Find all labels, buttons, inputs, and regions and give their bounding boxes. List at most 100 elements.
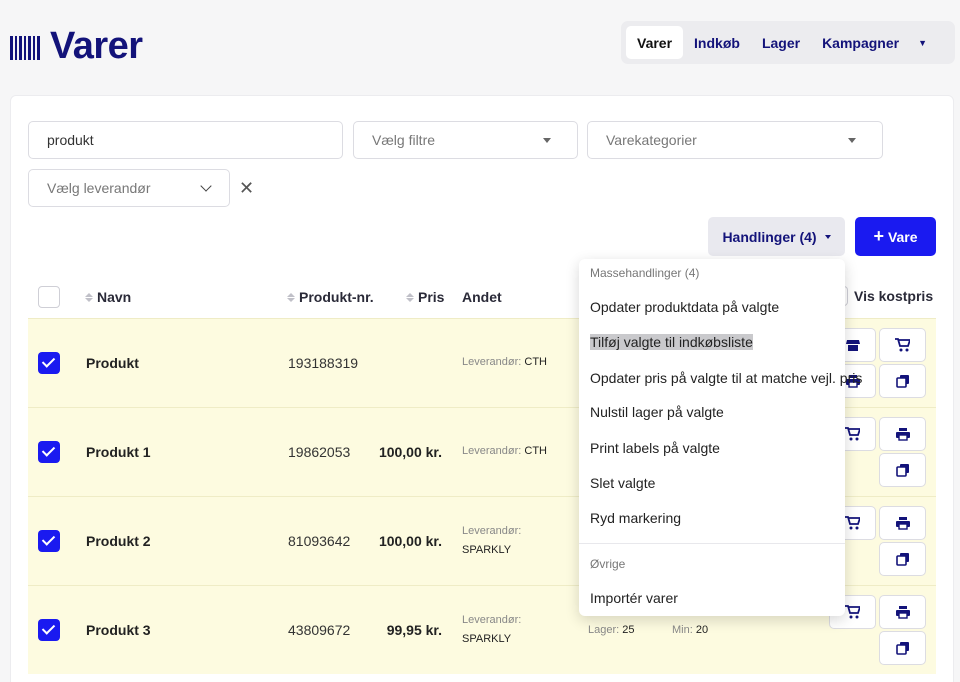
copy-icon [895,553,909,566]
add-product-button[interactable]: + Vare [855,217,936,256]
supplier-select[interactable]: Vælg leverandør [28,169,230,207]
menu-item-import-products[interactable]: Importér varer [590,590,678,606]
product-number: 81093642 [288,533,351,549]
caret-down-icon [824,234,831,239]
menu-item-delete-selected[interactable]: Slet valgte [590,475,655,491]
menu-item-add-to-purchase-list[interactable]: Tilføj valgte til indkøbsliste [590,334,753,350]
tab-indkob[interactable]: Indkøb [683,26,751,59]
product-number: 19862053 [288,444,351,460]
chevron-down-icon [200,180,212,192]
more-tabs-dropdown-icon[interactable]: ▼ [914,38,931,48]
product-number: 193188319 [288,355,359,371]
copy-icon [895,375,909,388]
category-select[interactable]: Varekategorier [587,121,883,159]
sort-icon [85,292,93,302]
tab-lager[interactable]: Lager [751,26,811,59]
supplier-info: Leverandør: SPARKLY [462,611,521,649]
column-product-no-label: Produkt-nr. [299,289,374,305]
supplier-label: Leverandør: [462,614,522,626]
product-name[interactable]: Produkt [86,355,139,371]
page-title: Varer [50,25,143,67]
supplier-value: SPARKLY [462,544,512,556]
menu-item-update-product-data[interactable]: Opdater produktdata på valgte [590,299,779,315]
row-checkbox[interactable] [38,352,60,374]
supplier-info: Leverandør: SPARKLY [462,522,521,560]
show-cost-toggle[interactable]: Vis kostpris [834,286,933,306]
select-all-checkbox[interactable] [38,286,60,308]
row-checkbox[interactable] [38,530,60,552]
column-name[interactable]: Navn [85,289,131,305]
barcode-icon [10,36,42,60]
cart-icon [845,516,860,530]
filter-select[interactable]: Vælg filtre [353,121,578,159]
product-price: 100,00 kr. [378,533,442,549]
supplier-info: Leverandør: CTH [462,353,547,372]
supplier-label: Leverandør: [462,445,522,457]
add-to-cart-button[interactable] [879,328,926,362]
print-icon [895,606,910,619]
filter-select-placeholder: Vælg filtre [372,132,436,148]
show-cost-label: Vis kostpris [854,288,934,304]
supplier-value: SPARKLY [462,633,512,645]
supplier-select-placeholder: Vælg leverandør [47,180,151,196]
menu-header-other: Øvrige [590,557,626,571]
row-checkbox[interactable] [38,619,60,641]
sort-icon [406,292,414,302]
print-label-button[interactable] [879,417,926,451]
store-icon [845,340,860,351]
stock-value: 25 [622,624,635,636]
actions-dropdown-menu: Massehandlinger (4) Opdater produktdata … [579,259,862,616]
menu-divider [579,543,845,544]
product-name[interactable]: Produkt 1 [86,444,151,460]
menu-item-update-price[interactable]: Opdater pris på valgte til at matche vej… [590,370,862,386]
tab-varer[interactable]: Varer [626,26,684,59]
stock-info: Lager: 25 [588,624,635,636]
copy-icon [895,642,909,655]
column-other: Andet [462,289,502,305]
caret-down-icon [543,138,551,143]
min-value: 20 [695,624,709,636]
duplicate-button[interactable] [879,453,926,487]
add-product-label: Vare [887,228,918,245]
cart-icon [895,338,910,352]
actions-button[interactable]: Handlinger (4) [708,217,845,256]
menu-item-clear-selection[interactable]: Ryd markering [590,510,681,526]
actions-button-label: Handlinger (4) [722,228,817,245]
supplier-value: CTH [524,356,547,368]
column-other-label: Andet [462,289,502,305]
menu-item-print-labels[interactable]: Print labels på valgte [590,440,720,456]
print-icon [895,428,910,441]
print-icon [895,517,910,530]
product-number: 43809672 [288,622,351,638]
brand: Varer [10,24,143,68]
min-stock-info: Min: 20 [672,624,708,636]
cart-icon [845,427,860,441]
supplier-value: CTH [524,445,547,457]
duplicate-button[interactable] [879,631,926,665]
sort-icon [287,292,295,302]
column-price[interactable]: Pris [406,289,444,305]
product-name[interactable]: Produkt 3 [86,622,151,638]
print-label-button[interactable] [879,595,926,629]
column-product-no[interactable]: Produkt-nr. [287,289,374,305]
row-checkbox[interactable] [38,441,60,463]
supplier-label: Leverandør: [462,525,522,537]
category-select-placeholder: Varekategorier [606,132,697,148]
print-label-button[interactable] [879,506,926,540]
clear-filters-icon[interactable]: ✕ [239,178,254,199]
column-price-label: Pris [418,289,445,305]
cart-icon [845,605,860,619]
product-price: 99,95 kr. [386,622,442,638]
duplicate-button[interactable] [879,364,926,398]
tab-kampagner[interactable]: Kampagner [811,26,910,59]
search-input[interactable]: produkt [28,121,343,159]
plus-icon: + [873,226,884,246]
product-name[interactable]: Produkt 2 [86,533,151,549]
copy-icon [895,464,909,477]
column-name-label: Navn [97,289,132,305]
menu-item-reset-stock[interactable]: Nulstil lager på valgte [590,404,724,420]
menu-header-bulk: Massehandlinger (4) [590,266,700,280]
product-price: 100,00 kr. [378,444,442,460]
duplicate-button[interactable] [879,542,926,576]
caret-down-icon [848,138,856,143]
